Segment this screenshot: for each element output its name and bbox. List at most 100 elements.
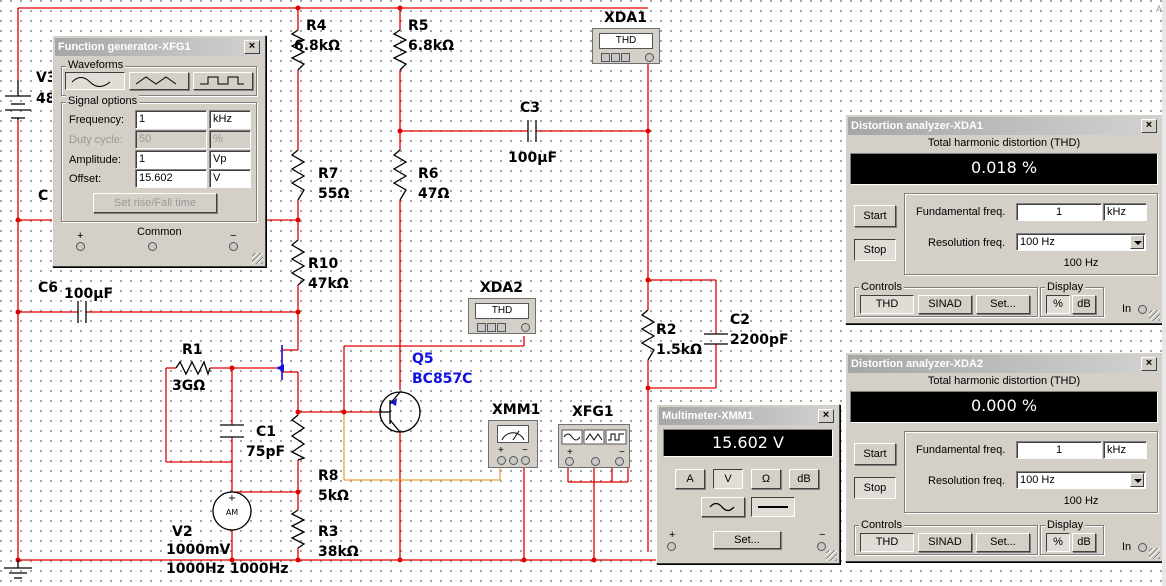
voltmeter-button[interactable]: V <box>713 469 743 489</box>
distortion-analyzer-xda2-window[interactable]: Distortion analyzer-XDA2 × Total harmoni… <box>845 352 1163 562</box>
triangle-wave-button[interactable] <box>129 72 189 90</box>
offset-unit[interactable]: V <box>209 169 251 188</box>
xda2-db-button[interactable]: dB <box>1072 533 1096 552</box>
xmm1-icon[interactable]: + − <box>488 420 538 468</box>
sine-wave-button[interactable] <box>65 72 125 90</box>
dc-mode-button[interactable] <box>751 497 795 517</box>
xda2-terminal-3[interactable] <box>497 323 506 332</box>
set-rise-fall-button[interactable]: Set rise/Fall time <box>93 193 217 213</box>
xda1-stop-button[interactable]: Stop <box>854 239 896 261</box>
duty-cycle-input[interactable]: 50 <box>135 130 207 149</box>
am-text: AM <box>226 508 238 517</box>
function-generator-titlebar[interactable]: Function generator-XFG1 × <box>55 38 263 56</box>
fg-terminal-minus[interactable] <box>229 242 238 251</box>
vertical-scrollbar[interactable] <box>1162 0 1166 586</box>
xmm1-terminal-plus[interactable] <box>497 456 506 465</box>
xfg1-terminal-minus[interactable] <box>615 457 624 466</box>
ground-symbol[interactable] <box>4 560 32 579</box>
xda2-fundamental-unit[interactable]: kHz <box>1103 441 1147 459</box>
xda1-fundamental-input[interactable]: 1 <box>1016 203 1102 221</box>
mm-terminal-plus[interactable] <box>667 542 676 551</box>
capacitor-c1[interactable] <box>220 424 244 438</box>
xda1-terminal-3[interactable] <box>621 53 630 62</box>
resize-grip[interactable] <box>1149 548 1160 559</box>
label-r5-name: R5 <box>408 18 429 34</box>
distortion-analyzer-xda1-window[interactable]: Distortion analyzer-XDA1 × Total harmoni… <box>845 114 1163 324</box>
xda1-terminal-2[interactable] <box>611 53 620 62</box>
resistor-r7[interactable] <box>290 149 306 201</box>
xda2-terminal-1[interactable] <box>477 323 486 332</box>
xda2-start-button[interactable]: Start <box>854 443 896 465</box>
resize-grip[interactable] <box>826 550 837 561</box>
xda2-stop-button[interactable]: Stop <box>854 477 896 499</box>
xda1-terminal-in[interactable] <box>645 53 654 62</box>
fg-terminal-plus[interactable] <box>76 242 85 251</box>
function-generator-window[interactable]: Function generator-XFG1 × Waveforms Sign… <box>52 35 266 267</box>
square-wave-button[interactable] <box>193 72 253 90</box>
close-icon[interactable]: × <box>818 409 834 423</box>
resistor-r10[interactable] <box>290 239 306 286</box>
xda1-set-button[interactable]: Set... <box>976 295 1030 314</box>
xda2-thd-button[interactable]: THD <box>860 533 914 552</box>
xda1-fundamental-unit[interactable]: kHz <box>1103 203 1147 221</box>
xda1-icon[interactable]: THD <box>592 28 660 64</box>
resize-grip[interactable] <box>252 253 263 264</box>
resistor-r2[interactable] <box>640 309 656 361</box>
decibel-button[interactable]: dB <box>789 469 819 489</box>
xda1-sinad-button[interactable]: SINAD <box>918 295 972 314</box>
multimeter-titlebar[interactable]: Multimeter-XMM1 × <box>659 407 837 425</box>
fg-terminal-common[interactable] <box>148 242 157 251</box>
resistor-r5[interactable] <box>392 29 408 71</box>
xfg1-icon[interactable]: + − <box>558 424 630 468</box>
close-icon[interactable]: × <box>1141 119 1157 133</box>
xda2-terminal-2[interactable] <box>487 323 496 332</box>
xda1-in-terminal[interactable] <box>1138 305 1147 314</box>
resistor-r1[interactable] <box>175 360 211 377</box>
xmm1-terminal-minus[interactable] <box>521 456 530 465</box>
xfg1-terminal-plus[interactable] <box>565 457 574 466</box>
xmm1-terminal-com[interactable] <box>509 456 518 465</box>
chevron-down-icon[interactable] <box>1130 235 1144 249</box>
capacitor-c2[interactable] <box>704 333 728 345</box>
xda2-resolution-select[interactable]: 100 Hz <box>1016 471 1146 489</box>
duty-cycle-unit[interactable]: % <box>209 130 251 149</box>
xfg1-terminal-com[interactable] <box>591 457 600 466</box>
xda2-fundamental-input[interactable]: 1 <box>1016 441 1102 459</box>
xda1-resolution-select[interactable]: 100 Hz <box>1016 233 1146 251</box>
xda2-terminal-in[interactable] <box>521 323 530 332</box>
offset-input[interactable]: 15.602 <box>135 169 207 188</box>
amplitude-unit[interactable]: Vp <box>209 150 251 169</box>
xda1-percent-button[interactable]: % <box>1046 295 1070 314</box>
xda2-sinad-button[interactable]: SINAD <box>918 533 972 552</box>
xda2-in-terminal[interactable] <box>1138 543 1147 552</box>
mm-terminal-minus[interactable] <box>817 542 826 551</box>
close-icon[interactable]: × <box>1141 357 1157 371</box>
battery-v3[interactable] <box>5 80 31 120</box>
xda2-icon[interactable]: THD <box>468 298 536 334</box>
resistor-r6[interactable] <box>392 149 408 201</box>
chevron-down-icon[interactable] <box>1130 473 1144 487</box>
frequency-unit[interactable]: kHz <box>209 110 251 129</box>
xda2-titlebar[interactable]: Distortion analyzer-XDA2 × <box>848 355 1160 373</box>
capacitor-c6[interactable] <box>77 301 87 323</box>
xda2-percent-button[interactable]: % <box>1046 533 1070 552</box>
xda1-terminal-1[interactable] <box>601 53 610 62</box>
xda1-start-button[interactable]: Start <box>854 205 896 227</box>
multimeter-set-button[interactable]: Set... <box>713 531 781 549</box>
xda1-db-button[interactable]: dB <box>1072 295 1096 314</box>
xda2-set-button[interactable]: Set... <box>976 533 1030 552</box>
xda1-thd-button[interactable]: THD <box>860 295 914 314</box>
close-icon[interactable]: × <box>244 40 260 54</box>
ammeter-button[interactable]: A <box>675 469 705 489</box>
xda1-titlebar[interactable]: Distortion analyzer-XDA1 × <box>848 117 1160 135</box>
capacitor-c3[interactable] <box>527 120 537 142</box>
transistor-q5[interactable] <box>379 391 421 433</box>
amplitude-input[interactable]: 1 <box>135 150 207 169</box>
ac-mode-button[interactable] <box>701 497 745 517</box>
resistor-r3[interactable] <box>290 509 306 549</box>
ohmmeter-button[interactable]: Ω <box>751 469 781 489</box>
frequency-input[interactable]: 1 <box>135 110 207 129</box>
resize-grip[interactable] <box>1149 310 1160 321</box>
multimeter-window[interactable]: Multimeter-XMM1 × 15.602 V A V Ω dB + Se… <box>656 404 840 564</box>
resistor-r8[interactable] <box>290 414 306 461</box>
